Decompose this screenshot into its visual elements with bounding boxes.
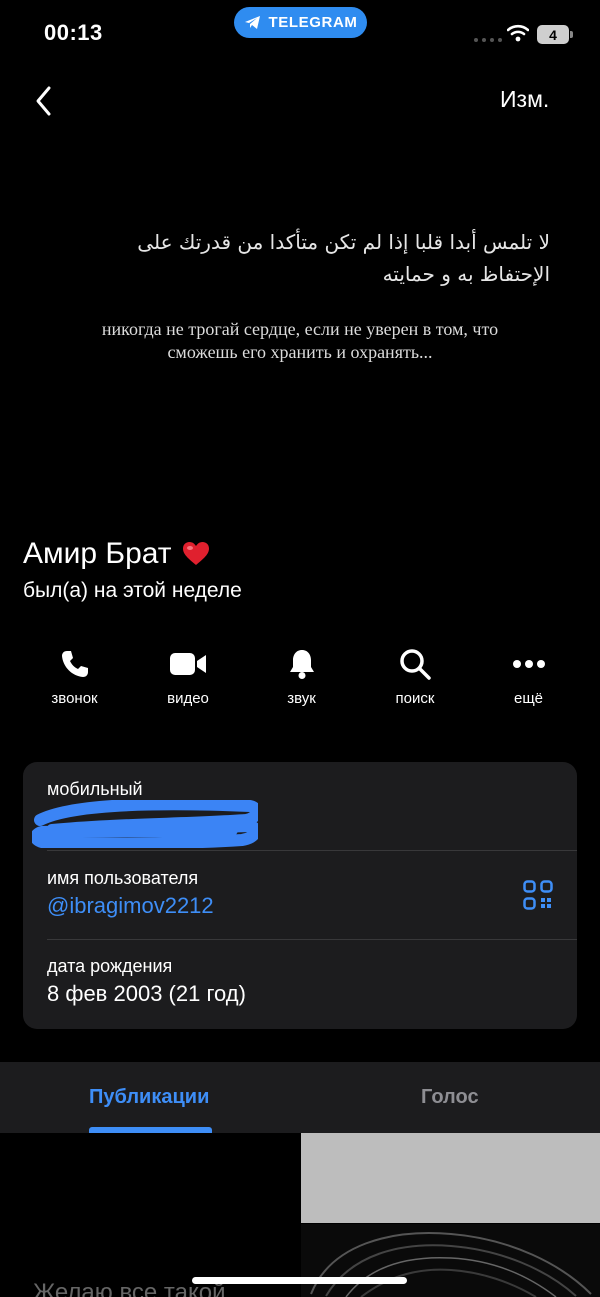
call-label: звонок xyxy=(51,690,98,707)
last-seen-status: был(а) на этой неделе xyxy=(23,579,242,602)
cellular-signal-icon xyxy=(474,38,502,42)
sound-button[interactable]: звук xyxy=(251,644,352,707)
media-tile[interactable] xyxy=(301,1224,600,1297)
media-tabs: Публикации Голос xyxy=(0,1062,600,1133)
sound-label: звук xyxy=(287,690,316,707)
media-tile[interactable]: Желаю все такой xyxy=(0,1133,300,1297)
video-icon xyxy=(168,644,208,684)
battery-indicator: 4 xyxy=(537,25,569,44)
cover-arabic-line-2: الإحتفاظ به و حمايته xyxy=(382,262,550,286)
media-thumbnail-scribble xyxy=(310,1232,592,1297)
phone-icon xyxy=(55,644,95,684)
birthday-label: дата рождения xyxy=(47,956,173,976)
birthday-value: 8 фев 2003 (21 год) xyxy=(47,981,246,1006)
cover-russian-line-2: сможешь его хранить и охранять... xyxy=(167,342,433,362)
wifi-icon xyxy=(507,24,529,42)
video-button[interactable]: видео xyxy=(138,644,239,707)
tab-publications[interactable]: Публикации xyxy=(89,1086,209,1109)
telegram-pill[interactable]: TELEGRAM xyxy=(234,7,367,38)
battery-tip xyxy=(570,31,573,38)
edit-button[interactable]: Изм. xyxy=(500,86,549,113)
media-tile[interactable] xyxy=(301,1133,600,1223)
more-button[interactable]: ещё xyxy=(478,644,579,707)
heart-emoji-icon xyxy=(182,542,209,565)
phone-redaction-scribble xyxy=(32,800,258,848)
search-icon xyxy=(395,644,435,684)
cover-russian-line-1: никогда не трогай сердце, если не уверен… xyxy=(101,319,499,339)
tab-voice[interactable]: Голос xyxy=(421,1086,479,1109)
phone-label: мобильный xyxy=(47,779,143,799)
call-button[interactable]: звонок xyxy=(24,644,125,707)
more-label: ещё xyxy=(513,690,544,707)
video-label: видео xyxy=(167,690,209,707)
telegram-icon xyxy=(244,16,260,29)
bell-icon xyxy=(282,644,322,684)
status-time: 00:13 xyxy=(44,20,103,45)
username-row[interactable]: имя пользователя @ibragimov2212 xyxy=(47,868,577,919)
home-indicator xyxy=(192,1277,407,1284)
search-button[interactable]: поиск xyxy=(365,644,466,707)
username-value[interactable]: @ibragimov2212 xyxy=(47,893,577,919)
telegram-pill-label: TELEGRAM xyxy=(268,14,358,31)
divider xyxy=(47,939,577,940)
username-label: имя пользователя xyxy=(47,868,199,888)
profile-name-row: Амир Брат xyxy=(23,537,210,571)
birthday-row: дата рождения 8 фев 2003 (21 год) xyxy=(47,956,577,1007)
cover-arabic-quote: لا تلمس أبدا قلبا إذا لم تكن متأكدا من ق… xyxy=(60,226,550,290)
profile-actions: звонок видео звук поиск ещё xyxy=(24,644,579,707)
divider xyxy=(47,850,577,851)
phone-row[interactable]: мобильный xyxy=(47,779,577,800)
cover-russian-quote: никогда не трогай сердце, если не уверен… xyxy=(40,318,560,364)
profile-name: Амир Брат xyxy=(23,537,172,570)
cover-arabic-line-1: لا تلمس أبدا قلبا إذا لم تكن متأكدا من ق… xyxy=(137,230,550,254)
search-label: поиск xyxy=(395,690,435,707)
back-chevron-icon[interactable] xyxy=(30,84,60,118)
qr-code-icon[interactable] xyxy=(523,880,553,910)
more-icon xyxy=(509,644,549,684)
